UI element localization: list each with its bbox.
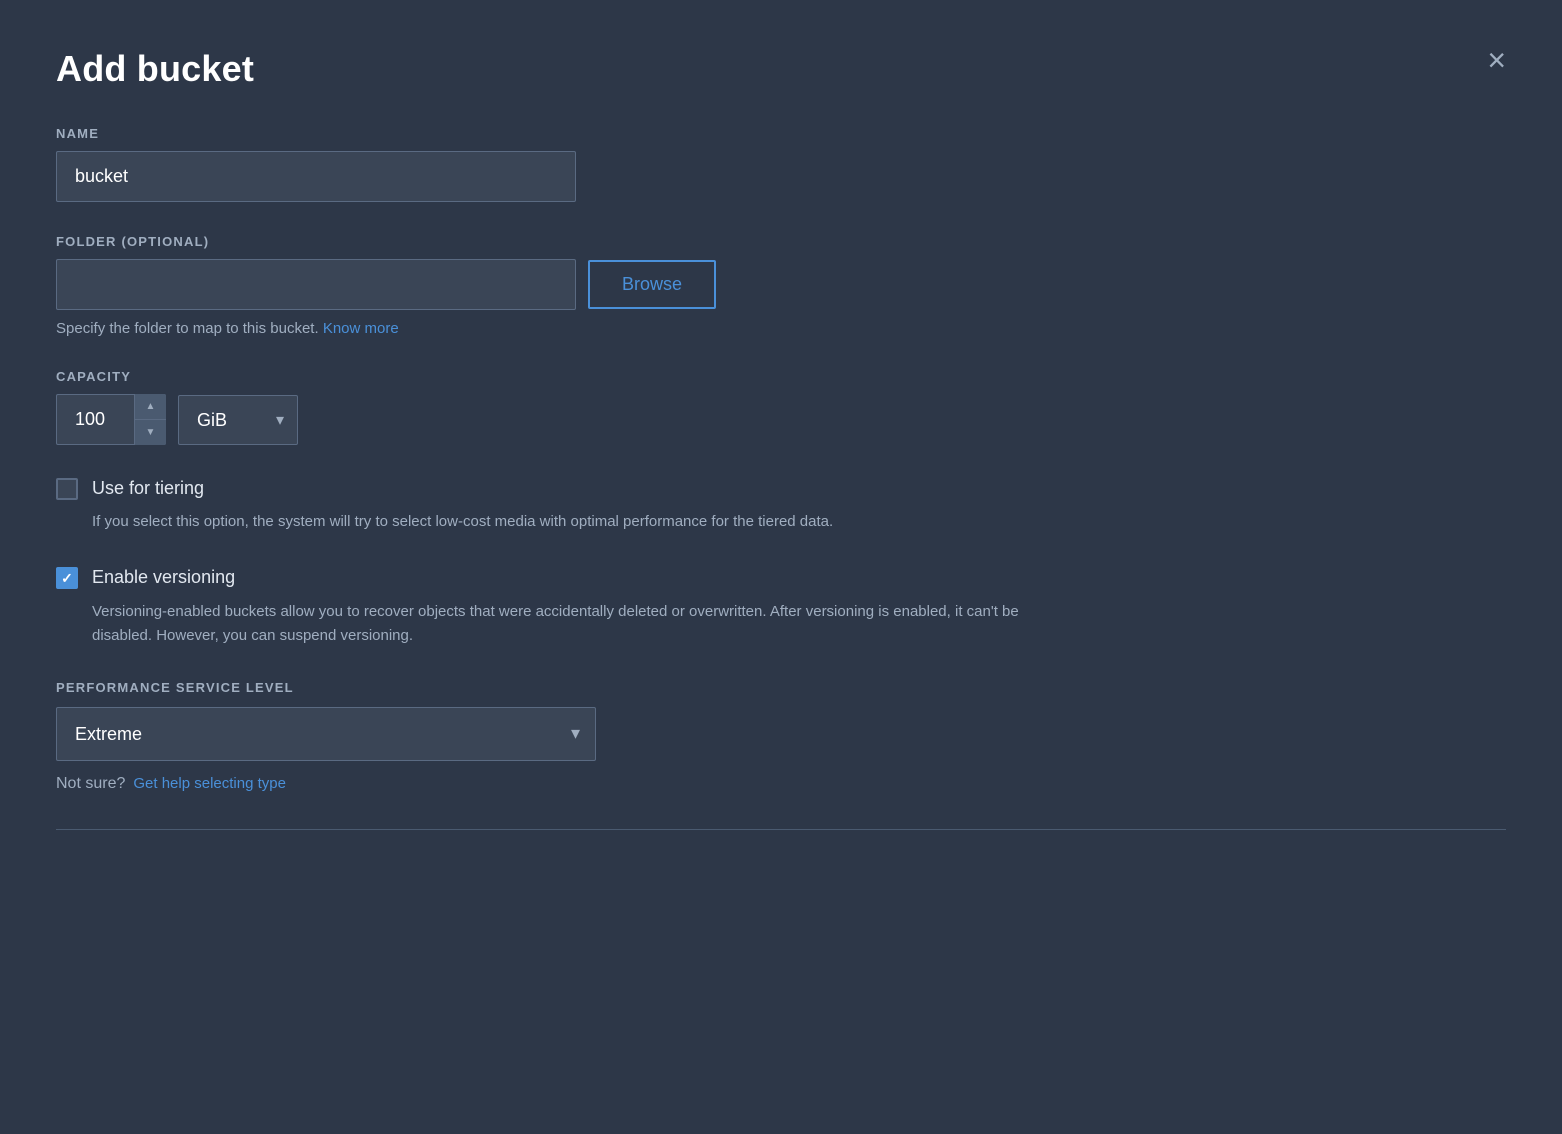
unit-select-wrapper: GiB TiB PiB ▾: [178, 395, 298, 445]
folder-label: FOLDER (OPTIONAL): [56, 234, 1506, 249]
versioning-checkbox[interactable]: [56, 567, 78, 589]
versioning-checkbox-group: Enable versioning Versioning-enabled buc…: [56, 566, 1506, 647]
tiering-checkbox[interactable]: [56, 478, 78, 500]
name-label: NAME: [56, 126, 1506, 141]
tiering-label: Use for tiering: [92, 477, 204, 500]
know-more-link[interactable]: Know more: [323, 320, 399, 337]
get-help-link[interactable]: Get help selecting type: [133, 775, 286, 792]
tiering-description: If you select this option, the system wi…: [92, 510, 1052, 534]
dialog-title: Add bucket: [56, 48, 254, 90]
performance-select-wrapper: Extreme Performance Standard Value ▾: [56, 707, 596, 761]
browse-button[interactable]: Browse: [588, 260, 716, 309]
performance-select[interactable]: Extreme Performance Standard Value: [56, 707, 596, 761]
performance-field-group: PERFORMANCE SERVICE LEVEL Extreme Perfor…: [56, 680, 1506, 793]
close-button[interactable]: ×: [1479, 40, 1514, 80]
versioning-description: Versioning-enabled buckets allow you to …: [92, 600, 1052, 648]
tiering-checkbox-row: Use for tiering: [56, 477, 1506, 500]
not-sure-text: Not sure?: [56, 775, 125, 793]
divider: [56, 829, 1506, 830]
capacity-label: CAPACITY: [56, 369, 1506, 384]
folder-field-group: FOLDER (OPTIONAL) Browse Specify the fol…: [56, 234, 1506, 337]
name-input[interactable]: [56, 151, 576, 202]
unit-select[interactable]: GiB TiB PiB: [178, 395, 298, 445]
dialog-header: Add bucket ×: [56, 48, 1506, 90]
performance-label: PERFORMANCE SERVICE LEVEL: [56, 680, 1506, 695]
tiering-checkbox-group: Use for tiering If you select this optio…: [56, 477, 1506, 534]
capacity-number-wrapper: ▲ ▼: [56, 394, 166, 445]
spinner-down-button[interactable]: ▼: [134, 420, 166, 445]
name-field-group: NAME: [56, 126, 1506, 202]
versioning-checkbox-row: Enable versioning: [56, 566, 1506, 589]
folder-input[interactable]: [56, 259, 576, 310]
not-sure-row: Not sure? Get help selecting type: [56, 775, 1506, 793]
capacity-row: ▲ ▼ GiB TiB PiB ▾: [56, 394, 1506, 445]
capacity-field-group: CAPACITY ▲ ▼ GiB TiB PiB ▾: [56, 369, 1506, 445]
spinner-buttons: ▲ ▼: [134, 394, 166, 445]
add-bucket-dialog: Add bucket × NAME FOLDER (OPTIONAL) Brow…: [0, 0, 1562, 1134]
folder-row: Browse: [56, 259, 1506, 310]
folder-helper-text: Specify the folder to map to this bucket…: [56, 320, 1506, 337]
versioning-label: Enable versioning: [92, 566, 235, 589]
spinner-up-button[interactable]: ▲: [134, 394, 166, 420]
